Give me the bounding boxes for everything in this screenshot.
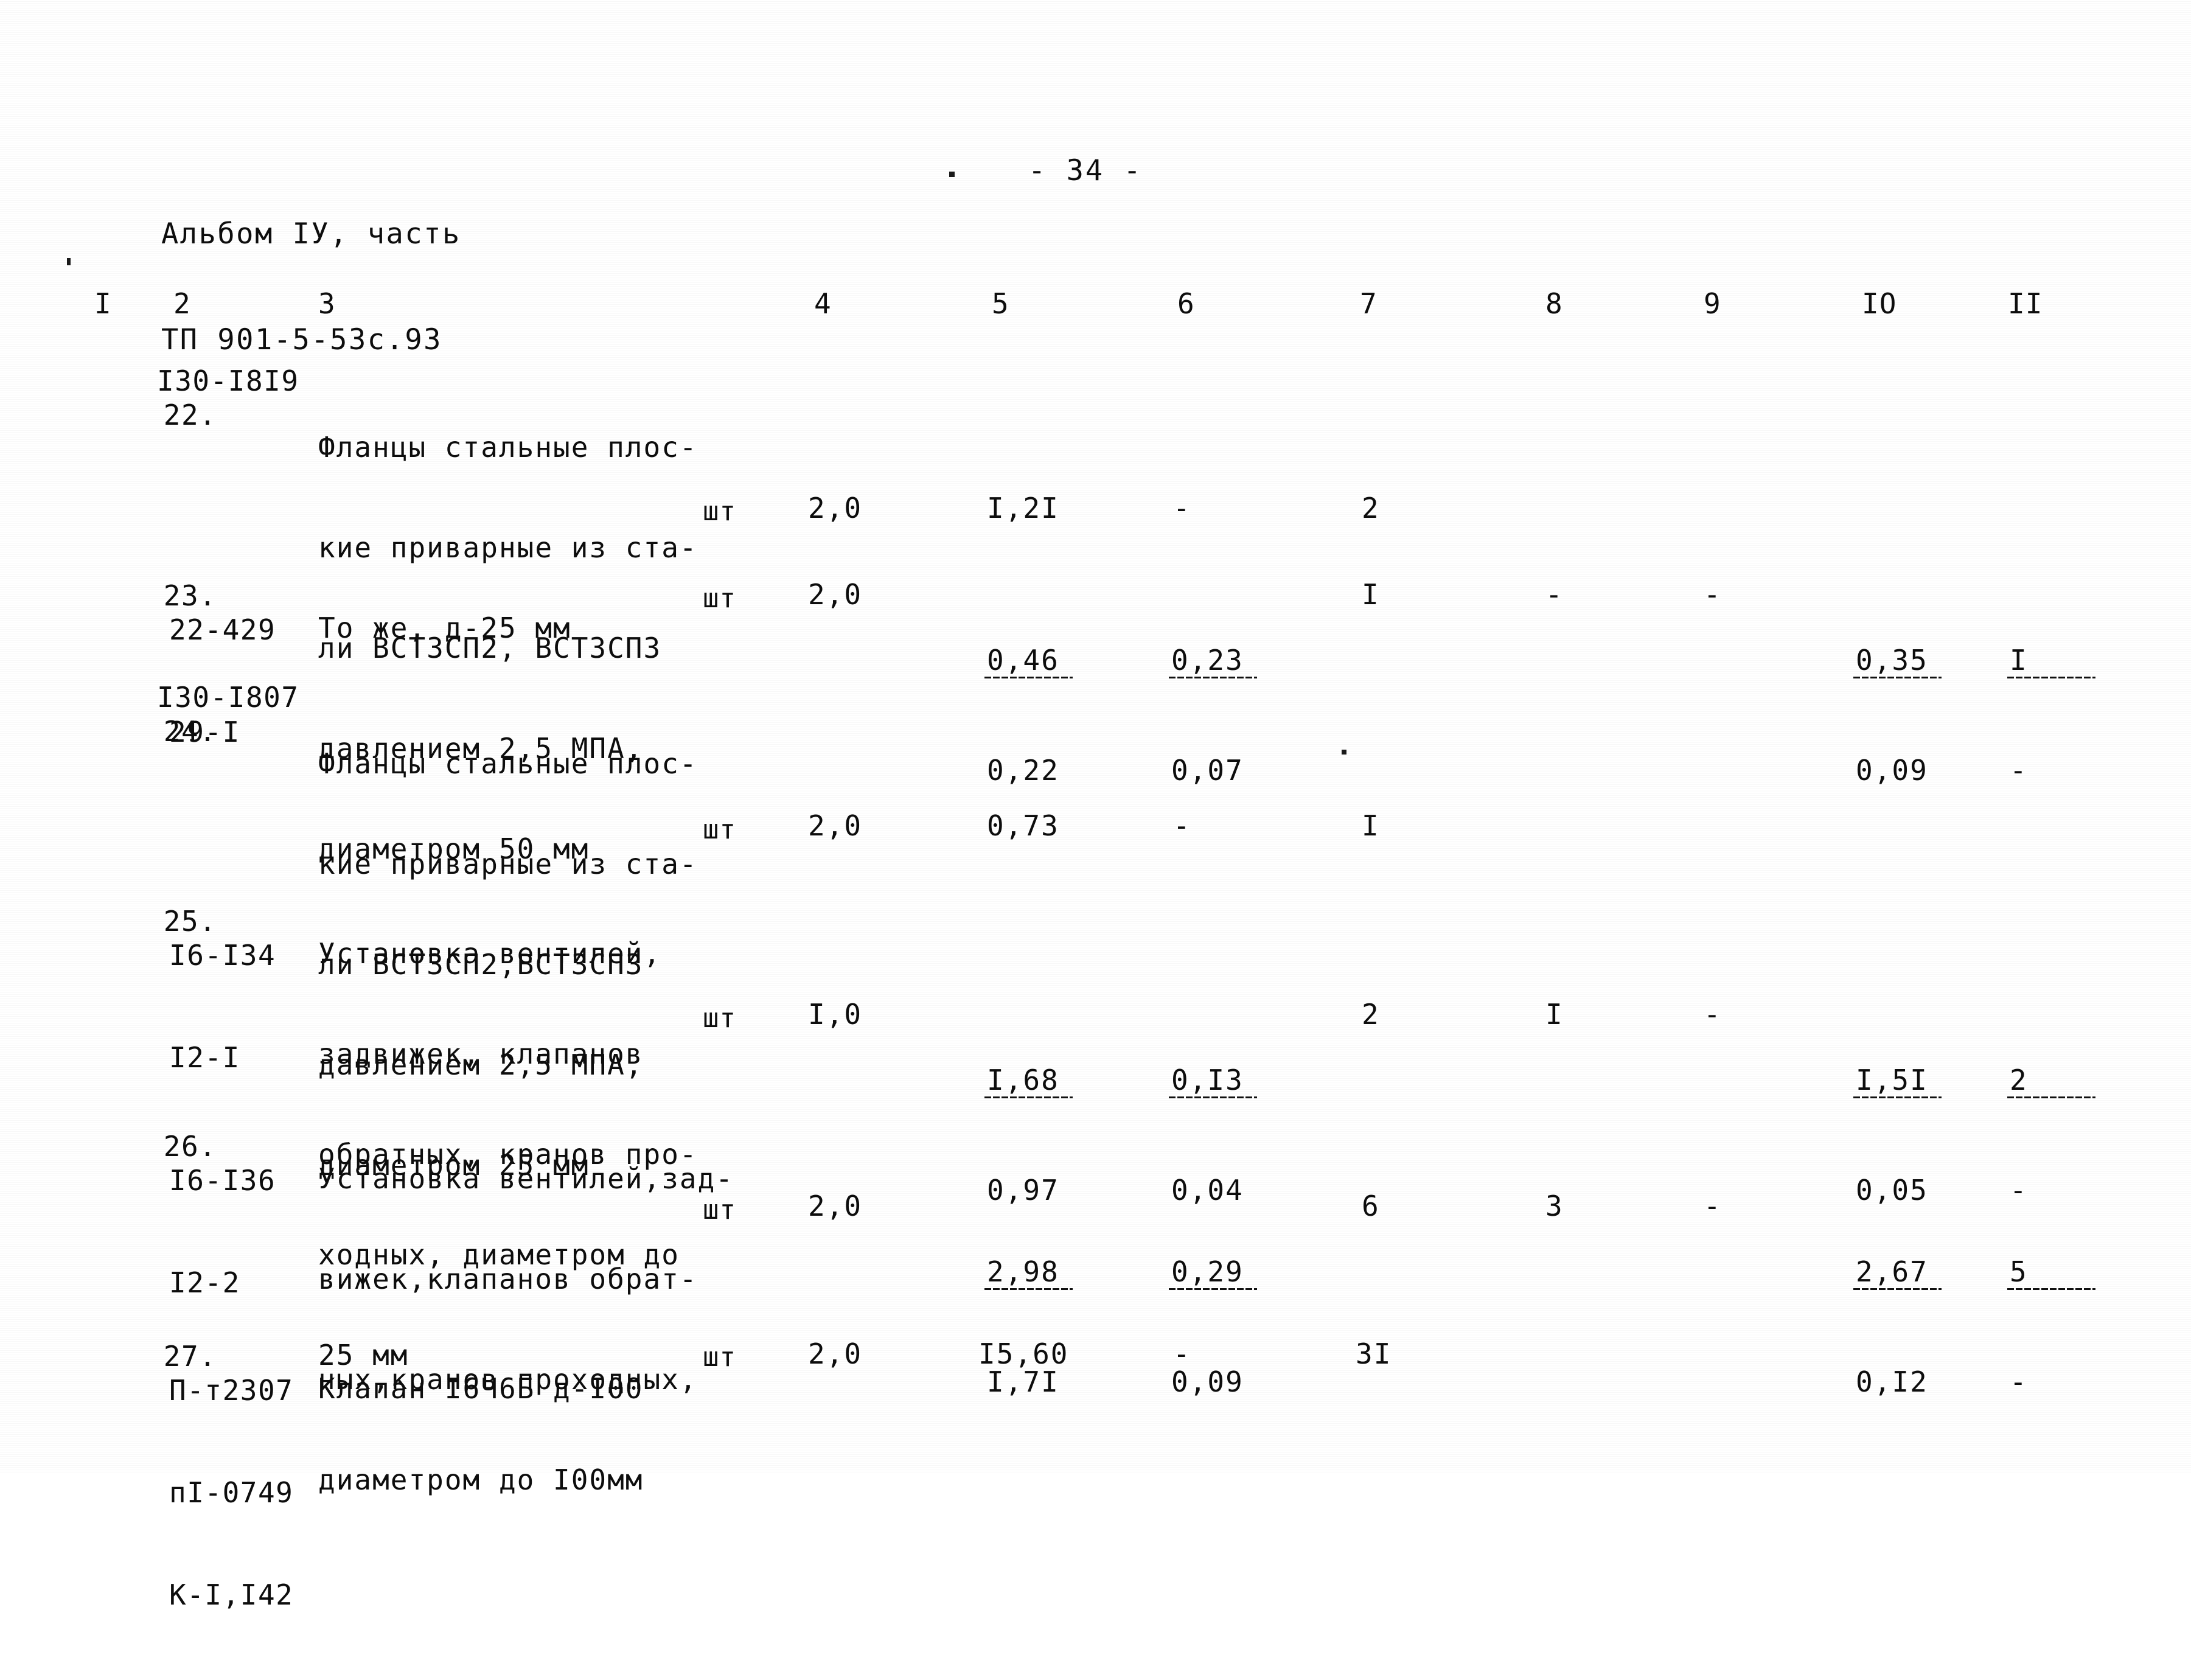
scan-speck <box>949 172 955 177</box>
description-line: Установка вентилей,зад- <box>318 1162 734 1195</box>
cell-col7: I <box>1362 578 1380 611</box>
cell-col10-denominator: 0,09 <box>1856 754 1928 787</box>
row-code-line: I6-I34 <box>169 939 276 972</box>
cell-col7: 2 <box>1362 492 1380 525</box>
cell-col10-numerator: 0,35 <box>1853 644 1942 678</box>
cell-col4: 2,0 <box>808 1337 863 1370</box>
row-unit: шт <box>703 496 736 527</box>
column-header-2: 2 <box>173 287 191 320</box>
cell-col7: 2 <box>1362 998 1380 1031</box>
row-code-line: I6-I36 <box>169 1164 276 1197</box>
row-code: I30-I807 <box>157 681 299 714</box>
cell-col8: I <box>1545 998 1564 1031</box>
cell-col4: 2,0 <box>808 809 863 842</box>
column-header-5: 5 <box>992 287 1009 320</box>
row-number: 24. <box>163 715 217 748</box>
row-unit: шт <box>703 1342 736 1373</box>
cell-col10-denominator: 0,I2 <box>1856 1365 1928 1398</box>
cell-col7: 6 <box>1362 1190 1380 1222</box>
cell-col11-denominator: - <box>2010 754 2028 787</box>
cell-col6-denominator: 0,07 <box>1171 754 1244 787</box>
scanned-document-page: Альбом IУ, часть ТП 901-5-53с.93 - 3 4 - … <box>0 0 2191 1611</box>
description-line: То же, д-25 мм <box>318 612 571 644</box>
cell-col4: I,0 <box>808 998 863 1031</box>
row-code-line: П-т2307 <box>169 1374 294 1407</box>
row-unit: шт <box>703 583 736 614</box>
scan-speck <box>1342 750 1346 755</box>
cell-col5: 2,98 I,7I <box>984 1190 1073 1464</box>
cell-col6: - <box>1173 809 1191 842</box>
cell-col4: 2,0 <box>808 492 863 525</box>
row-description: Клапан I6Ч6Б д-I00 <box>318 1305 644 1473</box>
row-code-line: 22-429 <box>169 613 276 646</box>
cell-col5: 0,73 <box>987 809 1059 842</box>
cell-col7: 3I <box>1356 1337 1392 1370</box>
cell-col6: 0,29 0,09 <box>1169 1190 1257 1464</box>
page-number: - 34 - <box>1028 154 1143 187</box>
cell-col6: - <box>1173 492 1191 525</box>
cell-col7: I <box>1362 809 1380 842</box>
column-header-3: 3 <box>318 287 336 320</box>
cell-col11-numerator: 5 <box>2007 1255 2095 1290</box>
cell-col8: 3 <box>1545 1190 1564 1222</box>
cell-col5-numerator: I,68 <box>984 1064 1073 1098</box>
cell-col4: 2,0 <box>808 1190 863 1222</box>
cell-col5: I5,60 <box>978 1337 1069 1370</box>
row-code: I30-I8I9 <box>157 364 299 397</box>
description-line: Установка вентилей, <box>318 937 662 970</box>
row-unit: шт <box>703 1003 736 1034</box>
cell-col11: 5 - <box>2007 1190 2095 1464</box>
row-unit: шт <box>703 814 736 845</box>
cell-col5-denominator: I,7I <box>987 1365 1059 1398</box>
cell-col5-denominator: 0,22 <box>987 754 1059 787</box>
cell-col6-numerator: 0,I3 <box>1169 1064 1257 1098</box>
description-line: задвижек, клапанов <box>318 1037 644 1070</box>
cell-col6-denominator: 0,09 <box>1171 1365 1244 1398</box>
row-code-line: пI-0749 <box>169 1476 294 1509</box>
row-code-line: К-I,I42 <box>169 1578 294 1611</box>
column-header-6: 6 <box>1177 287 1195 320</box>
column-header-11: II <box>2008 287 2043 320</box>
row-number: 22. <box>163 399 217 431</box>
column-header-4: 4 <box>814 287 832 320</box>
cell-col5: I,2I <box>987 492 1059 525</box>
cell-col9: - <box>1704 998 1722 1031</box>
column-header-1: I <box>94 287 112 320</box>
row-unit: шт <box>703 1194 736 1225</box>
column-header-7: 7 <box>1360 287 1378 320</box>
cell-col10-numerator: 2,67 <box>1853 1255 1942 1290</box>
column-header-10: IO <box>1862 287 1897 320</box>
cell-col4: 2,0 <box>808 578 863 611</box>
cell-col11: I - <box>2007 578 2095 852</box>
cell-col8: - <box>1545 578 1564 611</box>
description-line: Фланцы стальные плос- <box>318 747 698 780</box>
row-code-line: I2-2 <box>169 1266 240 1299</box>
cell-col10: 2,67 0,I2 <box>1853 1190 1942 1464</box>
cell-col11-numerator: 2 <box>2007 1064 2095 1098</box>
row-code-line: I2-I <box>169 1041 240 1074</box>
album-line-2: ТП 901-5-53с.93 <box>161 323 442 357</box>
cell-col10: 0,35 0,09 <box>1853 578 1942 852</box>
cell-col6: - <box>1173 1337 1191 1370</box>
cell-col6-numerator: 0,29 <box>1169 1255 1257 1290</box>
column-header-8: 8 <box>1545 287 1563 320</box>
cell-col5-numerator: 0,46 <box>984 644 1073 678</box>
cell-col6-numerator: 0,23 <box>1169 644 1257 678</box>
cell-col9: - <box>1704 1190 1722 1222</box>
description-line: Фланцы стальные плос- <box>318 431 698 464</box>
cell-col10-numerator: I,5I <box>1853 1064 1942 1098</box>
description-line: Клапан I6Ч6Б д-I00 <box>318 1372 644 1405</box>
album-line-1: Альбом IУ, часть <box>161 217 461 251</box>
column-header-9: 9 <box>1704 287 1721 320</box>
cell-col11-denominator: - <box>2010 1365 2028 1398</box>
cell-col9: - <box>1704 578 1722 611</box>
scan-speck <box>67 258 71 265</box>
cell-col11-numerator: I <box>2007 644 2095 678</box>
cell-col5-numerator: 2,98 <box>984 1255 1073 1290</box>
row-code: П-т2307 пI-0749 К-I,I42 <box>169 1305 293 1680</box>
description-line: вижек,клапанов обрат- <box>318 1263 698 1295</box>
